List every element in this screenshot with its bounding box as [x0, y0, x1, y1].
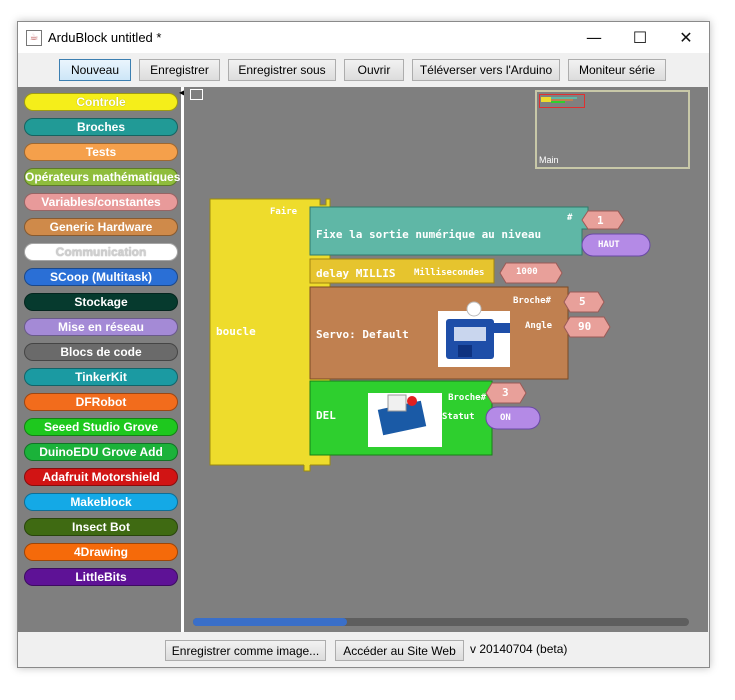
- palette-item-mise-en-reseau[interactable]: Mise en réseau: [24, 318, 178, 336]
- block-palette: Controle Broches Tests Opérateurs mathém…: [18, 87, 181, 632]
- palette-item-controle[interactable]: Controle: [24, 93, 178, 111]
- servo-angle-label: Angle: [525, 321, 553, 331]
- palette-item-littlebits[interactable]: LittleBits: [24, 568, 178, 586]
- delay-label[interactable]: delay MILLIS: [316, 267, 395, 280]
- servo-pin-label: Broche#: [513, 296, 551, 306]
- save-as-button[interactable]: Enregistrer sous: [228, 59, 336, 81]
- horizontal-scrollbar[interactable]: [193, 618, 689, 626]
- led-label[interactable]: DEL: [316, 409, 336, 422]
- palette-item-insect-bot[interactable]: Insect Bot: [24, 518, 178, 536]
- palette-item-tinkerkit[interactable]: TinkerKit: [24, 368, 178, 386]
- palette-item-seeed-grove[interactable]: Seeed Studio Grove: [24, 418, 178, 436]
- led-status-socket: [485, 406, 541, 430]
- title-bar: ☕ ArduBlock untitled * — ☐ ✕: [18, 22, 709, 53]
- palette-item-variables[interactable]: Variables/constantes: [24, 193, 178, 211]
- servo-label[interactable]: Servo: Default: [316, 328, 409, 341]
- digital-write-pin-label: #: [567, 213, 573, 223]
- program-workspace[interactable]: Main Faire boucle Fixe la sortie numériq…: [184, 87, 708, 632]
- minimize-button[interactable]: —: [571, 22, 617, 53]
- loop-slot-label: Faire: [270, 207, 298, 217]
- maximize-button[interactable]: ☐: [617, 22, 663, 53]
- java-app-icon: ☕: [26, 30, 42, 46]
- led-pin-label: Broche#: [448, 393, 486, 401]
- palette-item-adafruit-motorshield[interactable]: Adafruit Motorshield: [24, 468, 178, 486]
- upload-to-arduino-button[interactable]: Téléverser vers l'Arduino: [412, 59, 560, 81]
- palette-item-dfrobot[interactable]: DFRobot: [24, 393, 178, 411]
- digital-write-pin-value[interactable]: 1: [597, 214, 604, 227]
- servo-angle-value[interactable]: 90: [578, 320, 591, 333]
- palette-item-4drawing[interactable]: 4Drawing: [24, 543, 178, 561]
- visit-website-button[interactable]: Accéder au Site Web: [335, 640, 464, 661]
- toolbar: Nouveau Enregistrer Enregistrer sous Ouv…: [18, 53, 709, 87]
- bottom-bar: Enregistrer comme image... Accéder au Si…: [18, 632, 709, 667]
- open-button[interactable]: Ouvrir: [344, 59, 404, 81]
- delay-param-label: Millisecondes: [414, 268, 485, 278]
- palette-item-makeblock[interactable]: Makeblock: [24, 493, 178, 511]
- window-title: ArduBlock untitled *: [48, 30, 162, 45]
- led-pin-label-wrap: Broche#: [442, 387, 486, 401]
- new-button[interactable]: Nouveau: [59, 59, 131, 81]
- palette-item-duinoedu-grove[interactable]: DuinoEDU Grove Add: [24, 443, 178, 461]
- digital-write-level-value[interactable]: HAUT: [598, 240, 620, 250]
- servo-pin-value[interactable]: 5: [579, 295, 586, 308]
- save-button[interactable]: Enregistrer: [139, 59, 220, 81]
- palette-item-communication[interactable]: Communication: [24, 243, 178, 261]
- app-window: ☕ ArduBlock untitled * — ☐ ✕ Nouveau Enr…: [17, 21, 710, 668]
- palette-item-scoop[interactable]: SCoop (Multitask): [24, 268, 178, 286]
- loop-block-label[interactable]: boucle: [216, 325, 256, 338]
- servo-motor-image: [438, 301, 510, 367]
- block-canvas: [209, 198, 651, 472]
- palette-item-operateurs[interactable]: Opérateurs mathématiques: [24, 168, 180, 186]
- led-status-value[interactable]: ON: [500, 413, 511, 423]
- led-status-label: Statut: [442, 412, 475, 422]
- delay-value[interactable]: 1000: [516, 267, 538, 277]
- palette-item-stockage[interactable]: Stockage: [24, 293, 178, 311]
- palette-item-blocs-de-code[interactable]: Blocs de code: [24, 343, 178, 361]
- version-label: v 20140704 (beta): [470, 642, 568, 656]
- palette-item-tests[interactable]: Tests: [24, 143, 178, 161]
- horizontal-scroll-thumb[interactable]: [193, 618, 347, 626]
- grove-led-image: [368, 393, 442, 447]
- digital-write-label[interactable]: Fixe la sortie numérique au niveau: [316, 228, 541, 241]
- palette-item-broches[interactable]: Broches: [24, 118, 178, 136]
- close-button[interactable]: ✕: [663, 22, 709, 53]
- led-pin-value[interactable]: 3: [502, 386, 509, 399]
- save-as-image-button[interactable]: Enregistrer comme image...: [165, 640, 326, 661]
- serial-monitor-button[interactable]: Moniteur série: [568, 59, 666, 81]
- palette-item-generic-hardware[interactable]: Generic Hardware: [24, 218, 178, 236]
